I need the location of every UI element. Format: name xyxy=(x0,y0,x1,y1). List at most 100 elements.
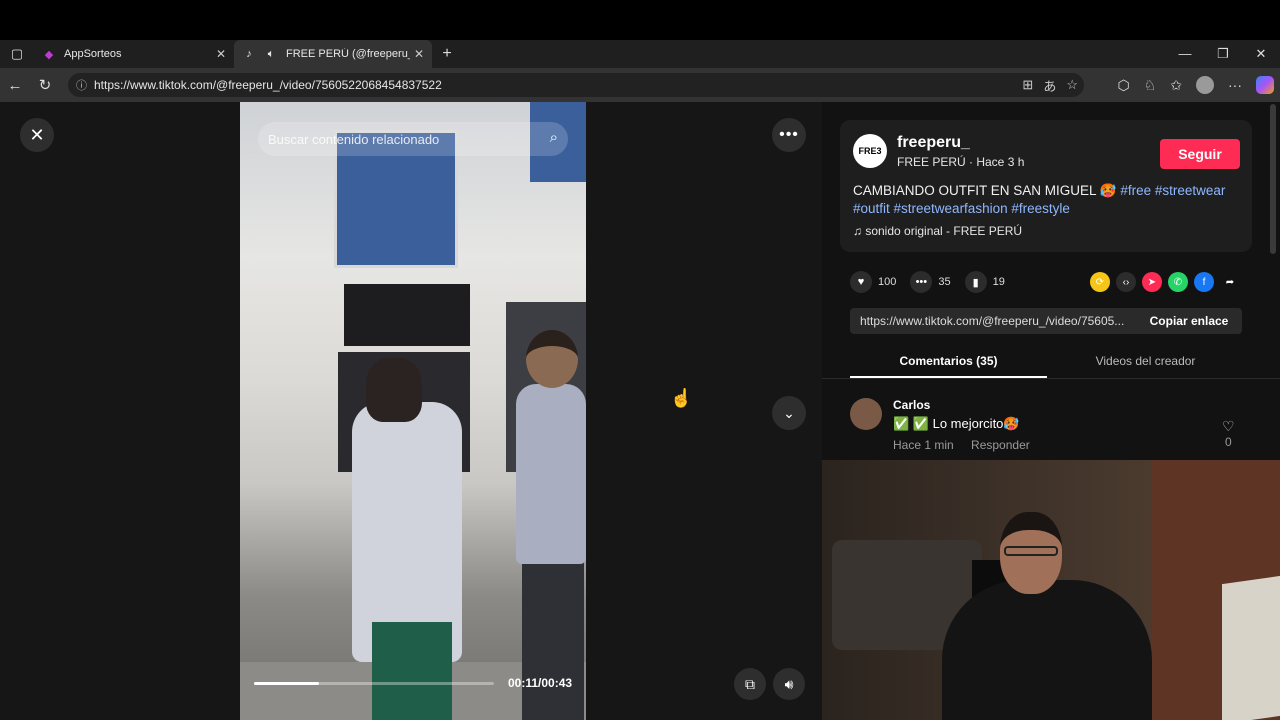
search-placeholder: Buscar contenido relacionado xyxy=(268,131,440,147)
comment-time: Hace 1 min xyxy=(893,438,954,452)
tab-title: AppSorteos xyxy=(64,48,122,60)
comment-like-button[interactable]: ♡ 0 xyxy=(1222,418,1235,449)
comment-button[interactable]: ••• 35 xyxy=(910,271,951,293)
site-info-icon[interactable]: ⓘ xyxy=(76,77,94,93)
time-display: 00:11/00:43 xyxy=(508,676,573,690)
address-bar: ← ↻ ⓘ https://www.tiktok.com/@freeperu_/… xyxy=(0,68,1280,102)
bookmark-icon: ▮ xyxy=(964,271,987,293)
video-frame-person xyxy=(372,622,452,720)
speaker-icon[interactable]: 🔈︎ xyxy=(264,47,278,61)
tab-actions-icon[interactable]: ▢ xyxy=(0,40,34,68)
url-field[interactable]: ⓘ https://www.tiktok.com/@freeperu_/vide… xyxy=(68,73,1084,97)
tab-tiktok[interactable]: ♪ 🔈︎ FREE PERÚ (@freeperu_) | Ti ✕ xyxy=(234,40,432,68)
commenter-avatar[interactable] xyxy=(850,398,882,430)
divider xyxy=(822,378,1280,379)
commenter-name[interactable]: Carlos xyxy=(893,398,930,412)
screen-top-bar xyxy=(0,0,1280,40)
new-tab-button[interactable]: + xyxy=(432,45,462,63)
volume-icon[interactable]: 🔊︎ xyxy=(773,668,805,700)
search-icon[interactable]: ⌕ xyxy=(550,129,558,146)
embed-icon[interactable]: ‹› xyxy=(1116,272,1136,292)
share-icons: ⟳ ‹› ➤ ✆ f ➦ xyxy=(1090,272,1240,292)
browser-essentials-icon[interactable]: ♘ xyxy=(1144,77,1157,94)
author-name[interactable]: freeperu_ xyxy=(897,134,970,152)
pip-icon[interactable]: ⧉ xyxy=(734,668,766,700)
comment-like-count: 0 xyxy=(1224,435,1232,449)
close-tab-icon[interactable]: ✕ xyxy=(414,47,424,61)
appsorteos-icon: ◆ xyxy=(44,48,54,61)
author-avatar[interactable]: FRE3 xyxy=(853,134,887,168)
extensions-icon[interactable]: ⬡ xyxy=(1117,77,1129,94)
share-icon[interactable]: ➦ xyxy=(1220,272,1240,292)
panel-tabs: Comentarios (35) Videos del creador xyxy=(850,348,1244,378)
video-frame-person xyxy=(366,358,422,422)
repost-icon[interactable]: ⟳ xyxy=(1090,272,1110,292)
comment-meta: Hace 1 min Responder xyxy=(893,438,1044,452)
close-window-icon[interactable]: ✕ xyxy=(1242,40,1280,68)
favorites-icon[interactable]: ✩ xyxy=(1170,77,1182,94)
share-link-box: https://www.tiktok.com/@freeperu_/video/… xyxy=(850,308,1242,334)
video-player[interactable] xyxy=(240,102,586,720)
facebook-icon[interactable]: f xyxy=(1194,272,1214,292)
window-controls: — ❐ ✕ xyxy=(1166,40,1280,68)
post-caption: CAMBIANDO OUTFIT EN SAN MIGUEL 🥵 #free #… xyxy=(853,182,1243,218)
comment-icon: ••• xyxy=(910,271,933,293)
caption-text: CAMBIANDO OUTFIT EN SAN MIGUEL 🥵 xyxy=(853,183,1121,198)
webcam-overlay xyxy=(822,460,1280,720)
webcam-poster xyxy=(1222,575,1280,720)
tab-title: FREE PERÚ (@freeperu_) | Ti xyxy=(286,48,410,60)
save-count: 19 xyxy=(992,276,1005,288)
hashtag-links[interactable]: #outfit #streetwearfashion #freestyle xyxy=(853,201,1070,216)
profile-avatar[interactable] xyxy=(1196,76,1214,94)
close-icon[interactable]: ✕ xyxy=(20,118,54,152)
whatsapp-icon[interactable]: ✆ xyxy=(1168,272,1188,292)
video-frame-person xyxy=(522,562,584,720)
app-install-icon[interactable]: ⊞ xyxy=(1022,77,1033,93)
details-panel: FRE3 freeperu_ FREE PERÚ · Hace 3 h Segu… xyxy=(822,102,1280,460)
more-options-icon[interactable]: ••• xyxy=(772,118,806,152)
reload-icon[interactable]: ↻ xyxy=(30,76,60,94)
like-button[interactable]: ♥ 100 xyxy=(850,271,896,293)
reply-button[interactable]: Responder xyxy=(971,438,1030,452)
tiktok-icon: ♪ xyxy=(246,48,252,60)
tab-appsorteos[interactable]: ◆ AppSorteos ✕ xyxy=(34,40,234,68)
tab-strip: ▢ ◆ AppSorteos ✕ ♪ 🔈︎ FREE PERÚ (@freepe… xyxy=(0,40,1280,68)
maximize-icon[interactable]: ❐ xyxy=(1204,40,1242,68)
related-search-input[interactable]: Buscar contenido relacionado ⌕ xyxy=(258,122,568,156)
back-icon[interactable]: ← xyxy=(0,77,30,94)
progress-fill xyxy=(254,682,319,685)
hashtag-links[interactable]: #free #streetwear xyxy=(1120,183,1225,198)
hand-cursor-icon: ☝ xyxy=(670,388,693,408)
heart-icon: ♥ xyxy=(850,271,872,293)
video-frame-person xyxy=(516,384,586,564)
action-row: ♥ 100 ••• 35 ▮ 19 xyxy=(850,270,1019,294)
save-button[interactable]: ▮ 19 xyxy=(964,271,1005,293)
follow-button[interactable]: Seguir xyxy=(1160,139,1240,169)
comment-text: ✅ ✅ Lo mejorcito🥵 xyxy=(893,416,1020,431)
scrollbar[interactable] xyxy=(1270,104,1276,254)
music-link[interactable]: ♫ sonido original - FREE PERÚ xyxy=(853,224,1022,238)
url-text: https://www.tiktok.com/@freeperu_/video/… xyxy=(94,78,442,92)
minimize-icon[interactable]: — xyxy=(1166,40,1204,68)
author-subtitle: FREE PERÚ · Hace 3 h xyxy=(897,155,1025,169)
tab-comments[interactable]: Comentarios (35) xyxy=(850,348,1047,378)
progress-bar[interactable] xyxy=(254,682,494,685)
video-stage: ✕ Buscar contenido relacionado ⌕ ••• ⌄ ☝… xyxy=(0,102,822,720)
video-frame-storefront xyxy=(344,284,470,346)
post-card: FRE3 freeperu_ FREE PERÚ · Hace 3 h Segu… xyxy=(840,120,1252,252)
comment-count: 35 xyxy=(938,276,951,288)
chevron-down-icon[interactable]: ⌄ xyxy=(772,396,806,430)
send-icon[interactable]: ➤ xyxy=(1142,272,1162,292)
like-count: 100 xyxy=(878,276,897,288)
translate-icon[interactable]: あ xyxy=(1043,76,1056,95)
webcam-glasses xyxy=(1004,546,1058,556)
copy-link-button[interactable]: Copiar enlace xyxy=(1136,314,1242,328)
favorite-star-icon[interactable]: ☆ xyxy=(1066,77,1078,93)
tab-creator-videos[interactable]: Videos del creador xyxy=(1047,348,1244,378)
heart-outline-icon: ♡ xyxy=(1222,418,1235,434)
share-link-text[interactable]: https://www.tiktok.com/@freeperu_/video/… xyxy=(850,314,1136,328)
settings-more-icon[interactable]: ··· xyxy=(1228,77,1242,93)
close-tab-icon[interactable]: ✕ xyxy=(216,47,226,61)
webcam-person xyxy=(942,580,1152,720)
copilot-icon[interactable] xyxy=(1256,76,1274,94)
